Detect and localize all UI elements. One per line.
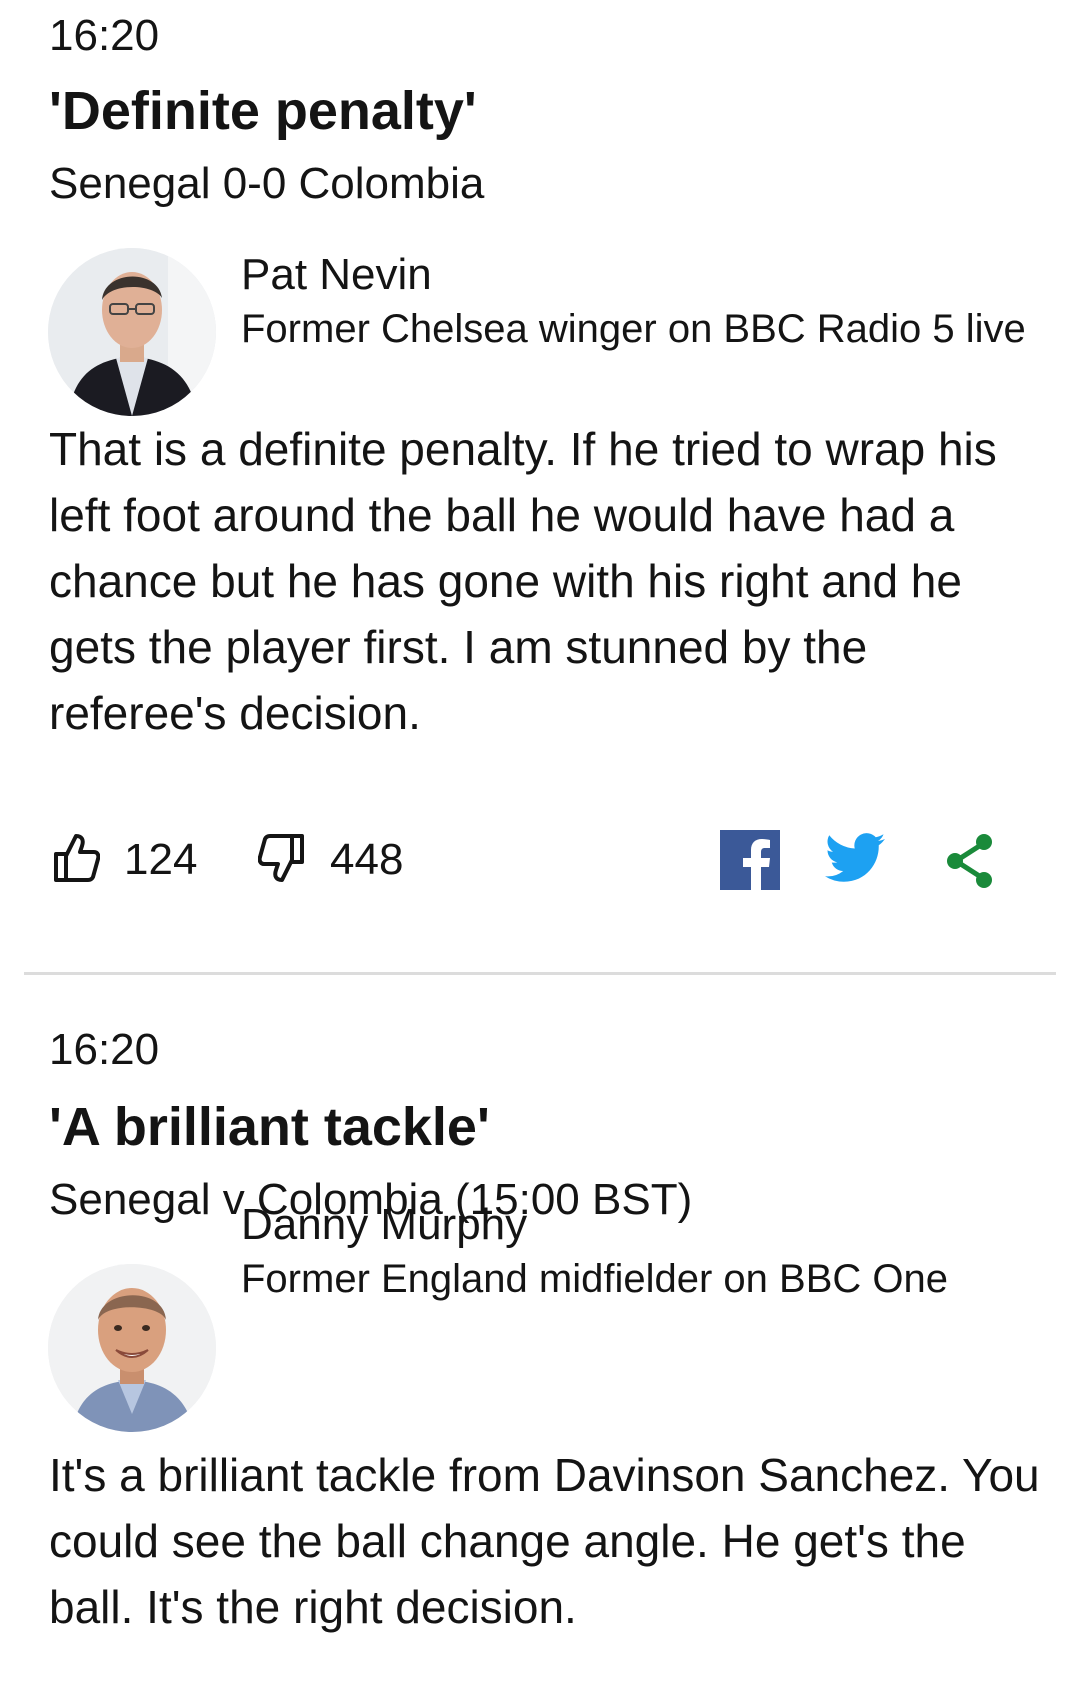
post-divider: [24, 972, 1056, 975]
match-label: Senegal 0-0 Colombia: [49, 159, 485, 208]
author-role: Former England midfielder on BBC One: [241, 1257, 948, 1301]
thumbs-down-icon: [257, 832, 306, 889]
thumbs-up-icon: [52, 832, 101, 889]
share-icon: [942, 834, 998, 895]
facebook-icon: [720, 830, 780, 894]
author-name: Danny Murphy: [241, 1200, 528, 1249]
post-timestamp: 16:20: [49, 1025, 160, 1074]
author-name: Pat Nevin: [241, 250, 432, 299]
reactions-bar: 124 448: [0, 825, 1080, 895]
author-role: Former Chelsea winger on BBC Radio 5 liv…: [241, 307, 1026, 351]
twitter-share-button[interactable]: [825, 833, 885, 888]
facebook-share-button[interactable]: [720, 830, 780, 895]
post-body: It's a brilliant tackle from Davinson Sa…: [49, 1449, 1040, 1633]
share-button[interactable]: [942, 831, 998, 896]
post-timestamp: 16:20: [49, 11, 160, 60]
author-avatar: [48, 248, 216, 416]
dislike-button[interactable]: 448: [257, 825, 404, 895]
post-title: 'A brilliant tackle': [49, 1097, 490, 1157]
author-avatar: [48, 1264, 216, 1432]
dislike-count: 448: [330, 835, 404, 884]
twitter-icon: [825, 833, 885, 887]
post-body: That is a definite penalty. If he tried …: [49, 423, 997, 739]
post-title: 'Definite penalty': [49, 81, 477, 141]
like-count: 124: [124, 835, 198, 884]
like-button[interactable]: 124: [52, 825, 197, 895]
